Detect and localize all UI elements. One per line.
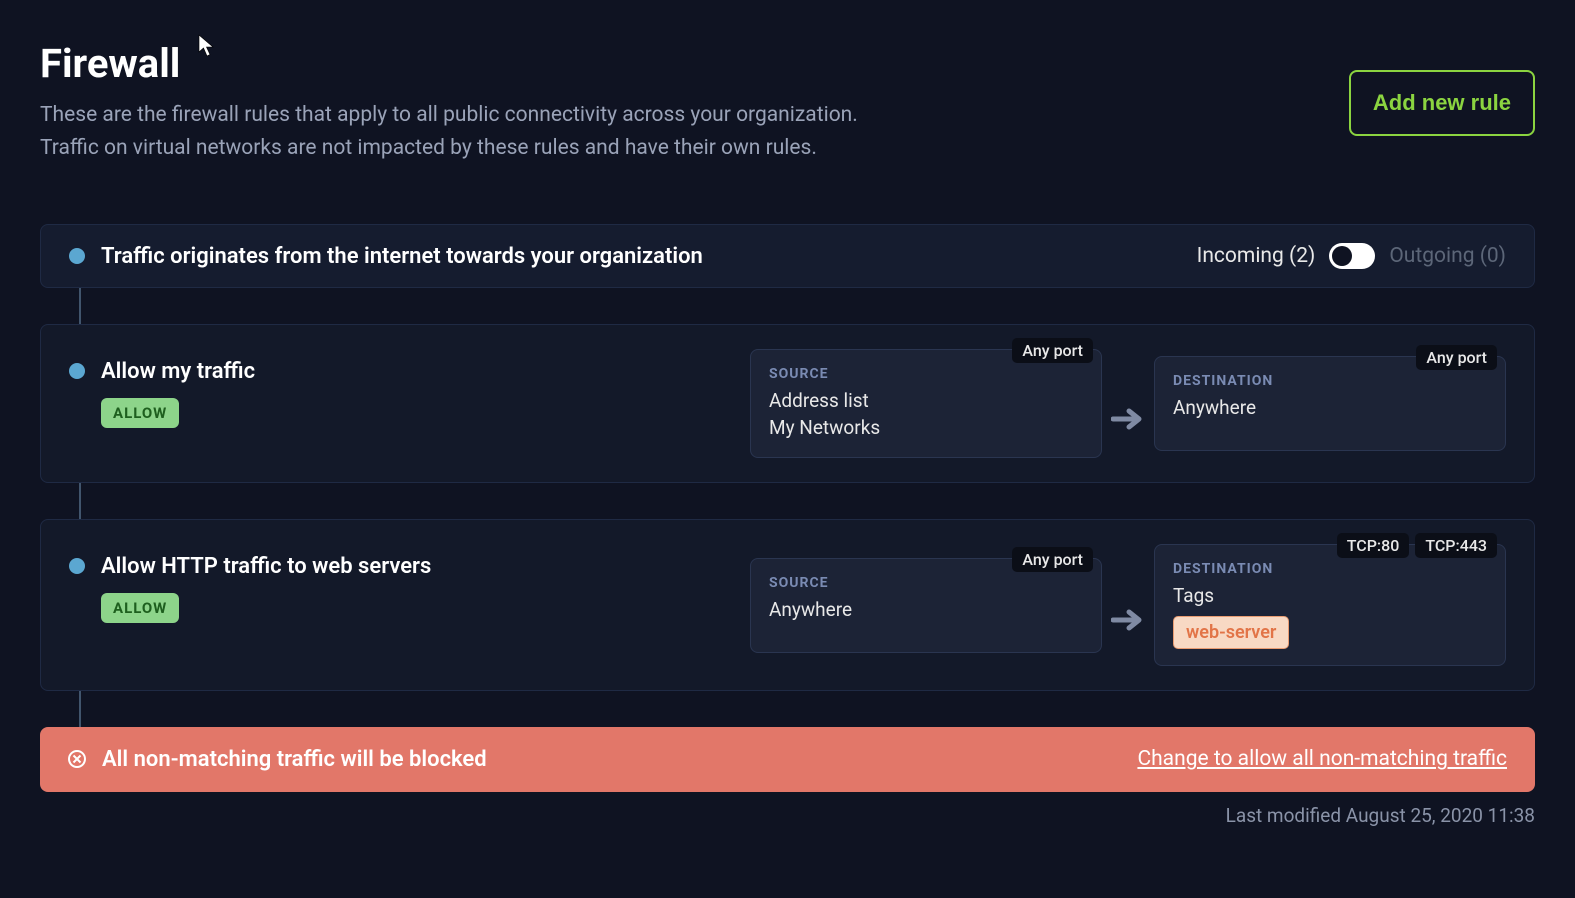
- timeline-dot-icon: [69, 248, 85, 264]
- page-title: Firewall: [40, 40, 858, 87]
- action-badge: ALLOW: [101, 398, 179, 428]
- rule-name: Allow my traffic: [101, 359, 255, 384]
- direction-section: Traffic originates from the internet tow…: [40, 224, 1535, 288]
- tag-pill: web-server: [1173, 616, 1289, 649]
- default-policy-message: All non-matching traffic will be blocked: [102, 747, 487, 772]
- endpoint-label: SOURCE: [769, 575, 1083, 591]
- endpoint-label: DESTINATION: [1173, 373, 1487, 389]
- add-new-rule-button[interactable]: Add new rule: [1349, 70, 1535, 136]
- port-badge: TCP:80: [1337, 533, 1410, 558]
- last-modified-label: Last modified August 25, 2020 11:38: [40, 804, 1535, 827]
- timeline-dot-icon: [69, 363, 85, 379]
- port-badge: Any port: [1012, 338, 1093, 363]
- default-policy-bar: All non-matching traffic will be blocked…: [40, 727, 1535, 792]
- firewall-rule[interactable]: Allow my traffic ALLOW Any port SOURCE A…: [40, 324, 1535, 483]
- arrow-right-icon: [1111, 407, 1145, 431]
- destination-box: TCP:80 TCP:443 DESTINATION Tags web-serv…: [1154, 544, 1506, 666]
- source-box: Any port SOURCE Address list My Networks: [750, 349, 1102, 458]
- destination-box: Any port DESTINATION Anywhere: [1154, 356, 1506, 451]
- port-badge: Any port: [1416, 345, 1497, 370]
- destination-type: Anywhere: [1173, 395, 1487, 422]
- port-badge: TCP:443: [1415, 533, 1497, 558]
- source-type: Address list: [769, 388, 1083, 415]
- timeline-dot-icon: [69, 558, 85, 574]
- action-badge: ALLOW: [101, 593, 179, 623]
- page-description: These are the firewall rules that apply …: [40, 99, 858, 164]
- source-type: Anywhere: [769, 597, 1083, 624]
- change-default-policy-link[interactable]: Change to allow all non-matching traffic: [1137, 747, 1507, 771]
- cursor-icon: [198, 34, 216, 58]
- endpoint-label: SOURCE: [769, 366, 1083, 382]
- direction-toggle[interactable]: [1329, 243, 1375, 269]
- source-box: Any port SOURCE Anywhere: [750, 558, 1102, 653]
- rule-name: Allow HTTP traffic to web servers: [101, 554, 431, 579]
- port-badge: Any port: [1012, 547, 1093, 572]
- destination-type: Tags: [1173, 583, 1487, 610]
- outgoing-count-label: Outgoing (0): [1389, 244, 1506, 268]
- endpoint-label: DESTINATION: [1173, 561, 1487, 577]
- direction-summary: Traffic originates from the internet tow…: [101, 244, 703, 269]
- arrow-right-icon: [1111, 608, 1145, 632]
- incoming-count-label: Incoming (2): [1197, 244, 1316, 268]
- firewall-rule[interactable]: Allow HTTP traffic to web servers ALLOW …: [40, 519, 1535, 691]
- page-header: Firewall These are the firewall rules th…: [40, 40, 1535, 164]
- source-value: My Networks: [769, 415, 1083, 442]
- block-icon: [68, 750, 86, 768]
